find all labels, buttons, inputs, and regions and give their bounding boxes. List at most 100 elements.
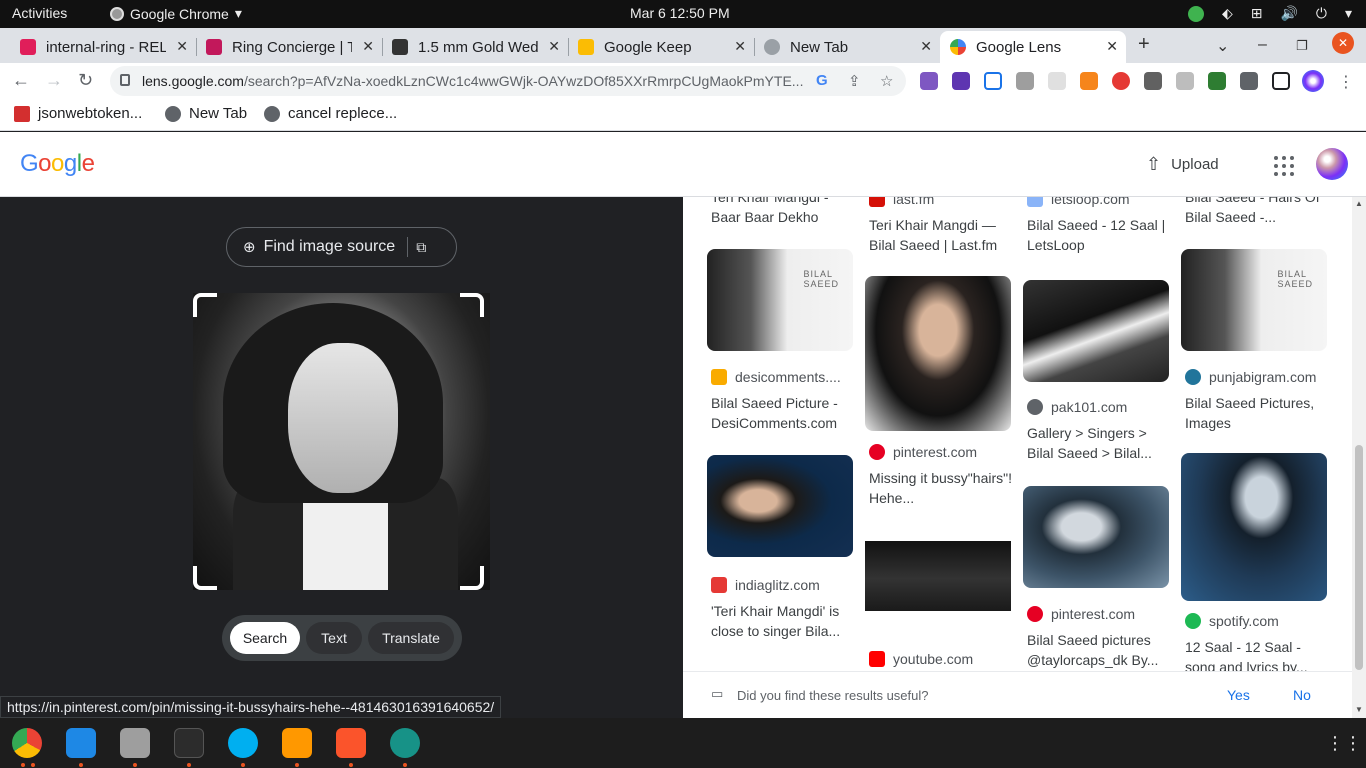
tab-google-keep[interactable]: Google Keep ✕ <box>568 31 754 63</box>
sublime-dock-icon[interactable] <box>282 728 312 758</box>
apps-grid-icon[interactable] <box>1274 156 1294 176</box>
puzzle-extensions-icon[interactable] <box>1240 72 1258 90</box>
maximize-icon[interactable]: ❐ <box>1296 38 1308 54</box>
reload-icon[interactable]: ↻ <box>78 70 93 91</box>
forward-arrow-icon[interactable]: → <box>45 70 63 91</box>
address-bar[interactable]: lens.google.com/search?p=AfVzNa-xoedkLzn… <box>110 66 906 96</box>
tab-internal-ring[interactable]: internal-ring - REL ✕ <box>10 31 196 63</box>
mode-text-button[interactable]: Text <box>306 622 362 654</box>
screen-capture-extension-icon[interactable] <box>984 72 1002 90</box>
result-title[interactable]: Bilal Saeed - 12 Saal | LetsLoop <box>1027 215 1175 255</box>
result-thumbnail[interactable] <box>707 455 853 557</box>
check-shield-icon[interactable] <box>1187 5 1204 22</box>
result-source[interactable]: punjabigram.com <box>1185 369 1335 385</box>
download-arrow-icon[interactable] <box>1208 72 1226 90</box>
red-extension-icon[interactable] <box>1112 72 1130 90</box>
result-thumbnail[interactable]: BILAL SAEED <box>1181 249 1327 351</box>
result-source[interactable]: pak101.com <box>1027 399 1177 415</box>
gitkraken-dock-icon[interactable] <box>390 728 420 758</box>
feedback-no-button[interactable]: No <box>1293 687 1311 703</box>
result-source[interactable]: indiaglitz.com <box>711 577 861 593</box>
terminal-dock-icon[interactable] <box>174 728 204 758</box>
tab-gold-wedding[interactable]: 1.5 mm Gold Wed ✕ <box>382 31 568 63</box>
result-source[interactable]: pinterest.com <box>1027 606 1177 622</box>
result-title[interactable]: Gallery > Singers > Bilal Saeed > Bilal.… <box>1027 423 1175 463</box>
find-image-source-button[interactable]: ⊕ Find image source ⧉ <box>226 227 457 267</box>
mode-translate-button[interactable]: Translate <box>368 622 454 654</box>
bookmark-jsonwebtoken[interactable]: jsonwebtoken... <box>14 105 142 122</box>
close-icon[interactable]: ✕ <box>1106 38 1118 55</box>
chrome-dock-icon[interactable] <box>12 728 42 758</box>
result-title[interactable]: Bilal Saeed - Hairs Of Bilal Saeed -... <box>1185 197 1333 227</box>
result-thumbnail[interactable] <box>1023 280 1169 382</box>
vscode-dock-icon[interactable] <box>66 728 96 758</box>
result-thumbnail[interactable] <box>865 530 1011 638</box>
result-title[interactable]: Bilal Saeed pictures @taylorcaps_dk By..… <box>1027 630 1175 670</box>
bookmark-star-icon[interactable]: ☆ <box>880 72 893 90</box>
result-source[interactable]: youtube.com <box>869 651 1019 667</box>
result-thumbnail[interactable] <box>865 276 1011 431</box>
results-scrollbar[interactable]: ▲ ▼ <box>1352 197 1366 718</box>
tab-ring-concierge[interactable]: Ring Concierge | T ✕ <box>196 31 382 63</box>
files-dock-icon[interactable] <box>120 728 150 758</box>
power-icon[interactable]: ⏻ <box>1316 5 1327 22</box>
crop-handle-top-left[interactable] <box>193 293 217 317</box>
account-avatar[interactable] <box>1316 148 1348 180</box>
feather-extension-icon[interactable] <box>920 72 938 90</box>
upload-button[interactable]: ⇧ Upload <box>1146 154 1219 175</box>
close-icon[interactable]: ✕ <box>920 38 932 55</box>
tab-new-tab[interactable]: New Tab ✕ <box>754 31 940 63</box>
scrollbar-thumb[interactable] <box>1355 445 1363 670</box>
feedback-yes-button[interactable]: Yes <box>1227 687 1250 703</box>
metamask-icon[interactable] <box>1080 72 1098 90</box>
dark-extension-icon[interactable] <box>1144 72 1162 90</box>
result-thumbnail[interactable] <box>1181 453 1327 601</box>
camera-extension-icon[interactable] <box>1176 72 1194 90</box>
crop-handle-top-right[interactable] <box>460 293 484 317</box>
bookmark-cancel-replece[interactable]: cancel replece... <box>264 105 397 122</box>
result-source[interactable]: letsloop.com <box>1027 197 1177 207</box>
query-image[interactable] <box>193 293 490 590</box>
network-icon[interactable]: ⊞ <box>1251 5 1263 22</box>
back-arrow-icon[interactable]: ← <box>12 70 30 91</box>
new-tab-plus-icon[interactable]: + <box>1138 33 1150 56</box>
result-title[interactable]: Missing it bussy"hairs"! Hehe... <box>869 468 1017 508</box>
close-icon[interactable]: ✕ <box>362 38 374 55</box>
share-icon[interactable]: ⇪ <box>848 72 861 90</box>
volume-icon[interactable]: 🔊 <box>1280 5 1297 22</box>
activities-button[interactable]: Activities <box>12 5 67 21</box>
mode-search-button[interactable]: Search <box>230 622 300 654</box>
show-apps-grid-icon[interactable]: ⋮⋮ <box>1326 728 1362 758</box>
grid-extension-icon[interactable] <box>1048 72 1066 90</box>
result-title[interactable]: Teri Khair Mangdi - Baar Baar Dekho <box>711 197 859 227</box>
close-icon[interactable]: ✕ <box>734 38 746 55</box>
dropbox-icon[interactable]: ⬖ <box>1222 5 1233 22</box>
close-icon[interactable]: ✕ <box>548 38 560 55</box>
clock[interactable]: Mar 6 12:50 PM <box>630 5 730 21</box>
result-title[interactable]: 'Teri Khair Mangdi' is close to singer B… <box>711 601 859 641</box>
result-thumbnail[interactable]: BILAL SAEED <box>707 249 853 351</box>
crop-handle-bottom-left[interactable] <box>193 566 217 590</box>
result-title[interactable]: Bilal Saeed Picture - DesiComments.com <box>711 393 859 433</box>
chrome-menu-icon[interactable]: ⋮ <box>1338 72 1356 91</box>
result-source[interactable]: last.fm <box>869 197 1019 207</box>
badge-extension-icon[interactable] <box>952 72 970 90</box>
result-source[interactable]: pinterest.com <box>869 444 1019 460</box>
google-g-icon[interactable]: G <box>816 72 828 89</box>
url-text[interactable]: lens.google.com/search?p=AfVzNa-xoedkLzn… <box>142 73 810 89</box>
crop-handle-bottom-right[interactable] <box>460 566 484 590</box>
picker-extension-icon[interactable] <box>1016 72 1034 90</box>
skype-dock-icon[interactable] <box>228 728 258 758</box>
brave-dock-icon[interactable] <box>336 728 366 758</box>
bookmark-new-tab[interactable]: New Tab <box>165 105 247 122</box>
result-source[interactable]: desicomments.... <box>711 369 861 385</box>
window-close-icon[interactable]: ✕ <box>1332 32 1354 54</box>
result-thumbnail[interactable] <box>1023 486 1169 588</box>
tab-search-chevron-icon[interactable]: ⌄ <box>1216 36 1229 56</box>
app-menu[interactable]: Google Chrome ▾ <box>110 5 242 22</box>
chevron-down-icon[interactable]: ▾ <box>1345 5 1352 22</box>
side-panel-icon[interactable] <box>1272 72 1290 90</box>
result-title[interactable]: Teri Khair Mangdi — Bilal Saeed | Last.f… <box>869 215 1017 255</box>
minimize-icon[interactable]: – <box>1258 36 1267 54</box>
scroll-down-arrow-icon[interactable]: ▼ <box>1355 705 1363 714</box>
